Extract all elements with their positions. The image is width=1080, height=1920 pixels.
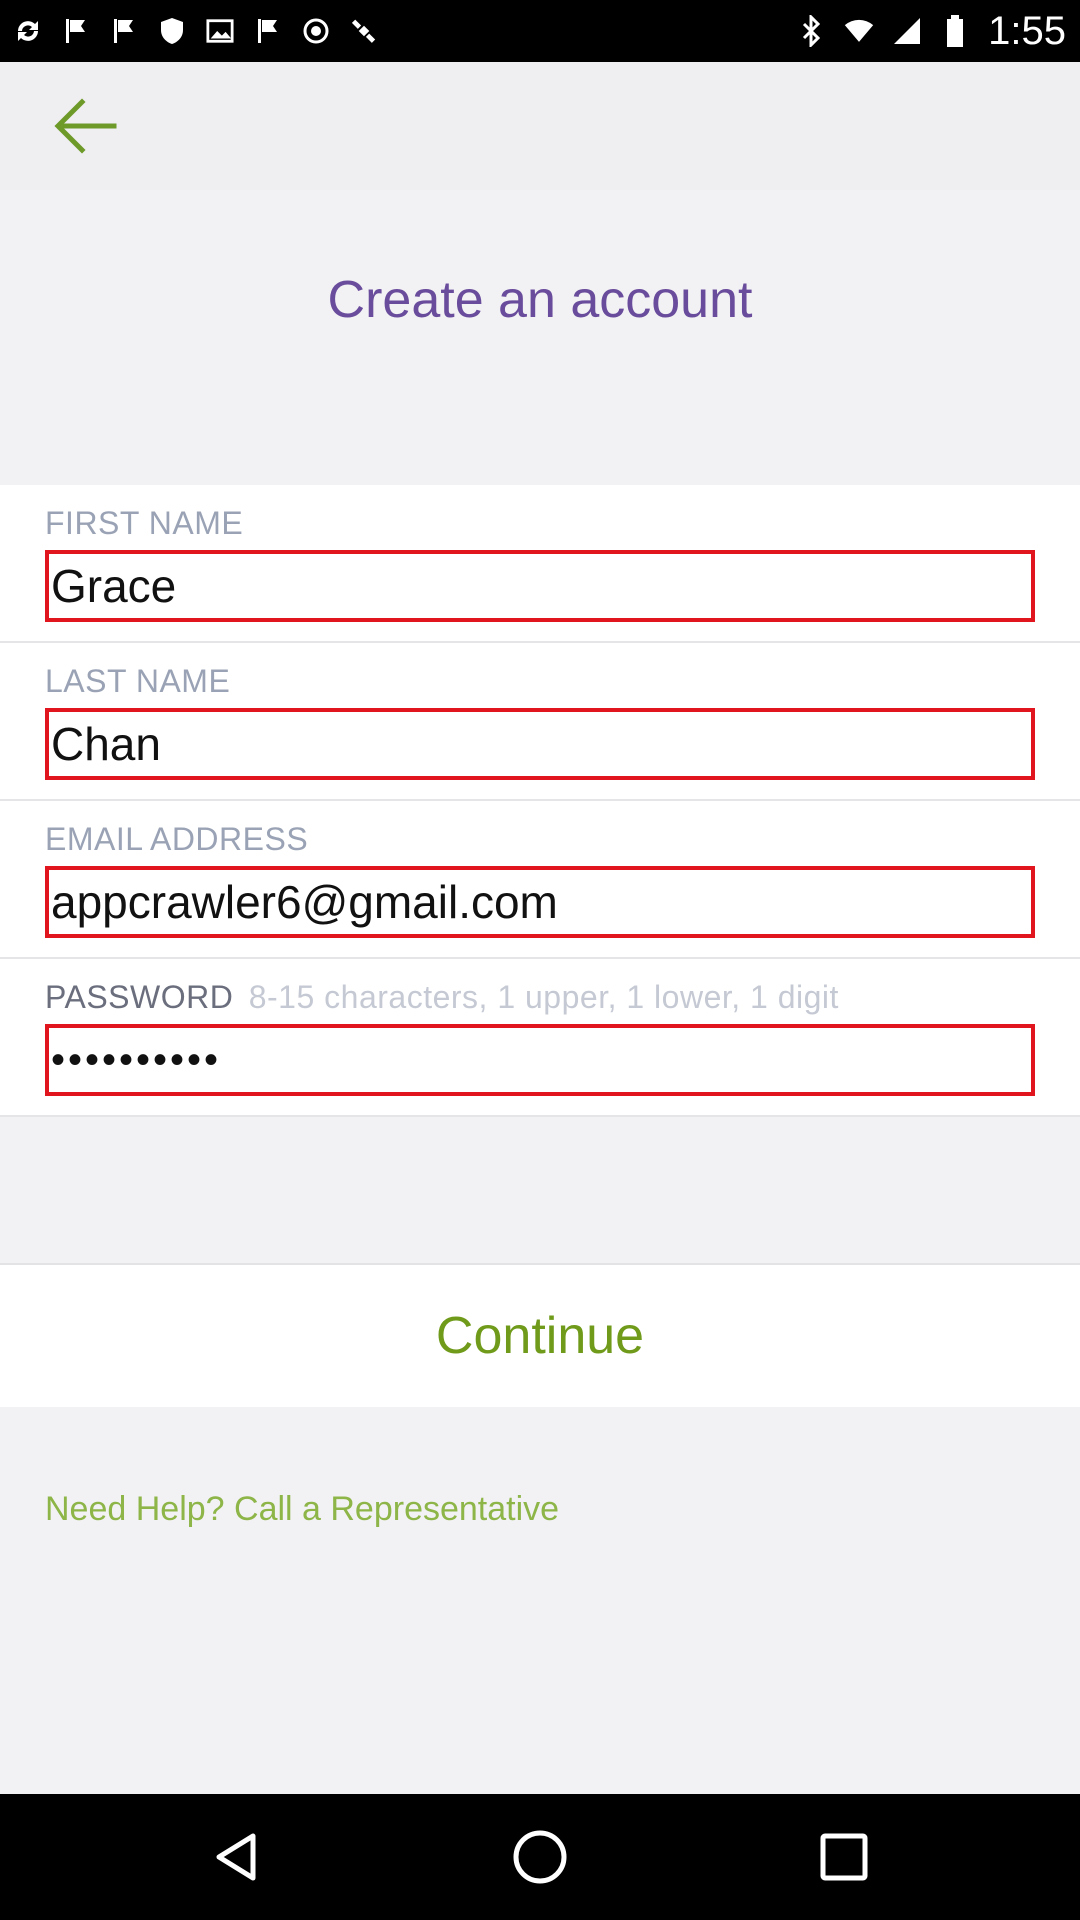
flag-icon bbox=[254, 17, 282, 45]
arrow-left-icon bbox=[54, 98, 117, 154]
password-hint: 8-15 characters, 1 upper, 1 lower, 1 dig… bbox=[248, 979, 839, 1015]
first-name-label: FIRST NAME bbox=[45, 505, 244, 541]
triangle-back-icon bbox=[216, 1833, 256, 1881]
email-field[interactable]: appcrawler6@gmail.com bbox=[45, 866, 1035, 938]
page-title: Create an account bbox=[327, 271, 753, 329]
flag-icon bbox=[110, 17, 138, 45]
first-name-field[interactable]: Grace bbox=[45, 550, 1035, 622]
last-name-field[interactable]: Chan bbox=[45, 708, 1035, 780]
signal-icon bbox=[892, 16, 922, 46]
system-icons: 1:55 bbox=[796, 6, 1066, 56]
nav-home-button[interactable] bbox=[505, 1822, 575, 1892]
account-form: FIRST NAME Grace LAST NAME Chan EMAIL AD… bbox=[0, 485, 1080, 1117]
wifi-icon bbox=[844, 16, 874, 46]
status-bar: 1:55 bbox=[0, 0, 1080, 62]
app-bar bbox=[0, 62, 1080, 190]
shield-icon bbox=[158, 17, 186, 45]
nav-recents-button[interactable] bbox=[809, 1822, 879, 1892]
bluetooth-icon bbox=[796, 15, 826, 47]
email-row: EMAIL ADDRESS appcrawler6@gmail.com bbox=[0, 801, 1080, 959]
satellite-icon bbox=[350, 17, 378, 45]
back-button[interactable] bbox=[40, 86, 130, 166]
circle-home-icon bbox=[513, 1830, 567, 1884]
help-link[interactable]: Need Help? Call a Representative bbox=[45, 1490, 559, 1529]
square-recents-icon bbox=[820, 1833, 868, 1881]
nav-back-button[interactable] bbox=[201, 1822, 271, 1892]
continue-bar: Continue bbox=[0, 1263, 1080, 1407]
image-icon bbox=[206, 17, 234, 45]
first-name-row: FIRST NAME Grace bbox=[0, 485, 1080, 643]
battery-icon bbox=[940, 15, 970, 47]
continue-button[interactable]: Continue bbox=[436, 1306, 644, 1366]
password-label: PASSWORD bbox=[45, 979, 234, 1015]
password-row: PASSWORD 8-15 characters, 1 upper, 1 low… bbox=[0, 959, 1080, 1117]
password-field[interactable]: •••••••••• bbox=[45, 1024, 1035, 1096]
email-label: EMAIL ADDRESS bbox=[45, 821, 309, 857]
last-name-label: LAST NAME bbox=[45, 663, 231, 699]
navigation-bar bbox=[0, 1794, 1080, 1920]
notification-icons bbox=[14, 10, 378, 52]
last-name-row: LAST NAME Chan bbox=[0, 643, 1080, 801]
record-icon bbox=[302, 17, 330, 45]
password-label-group: PASSWORD 8-15 characters, 1 upper, 1 low… bbox=[45, 979, 839, 1016]
sync-icon bbox=[14, 17, 42, 45]
flag-icon bbox=[62, 17, 90, 45]
status-time: 1:55 bbox=[988, 8, 1066, 53]
